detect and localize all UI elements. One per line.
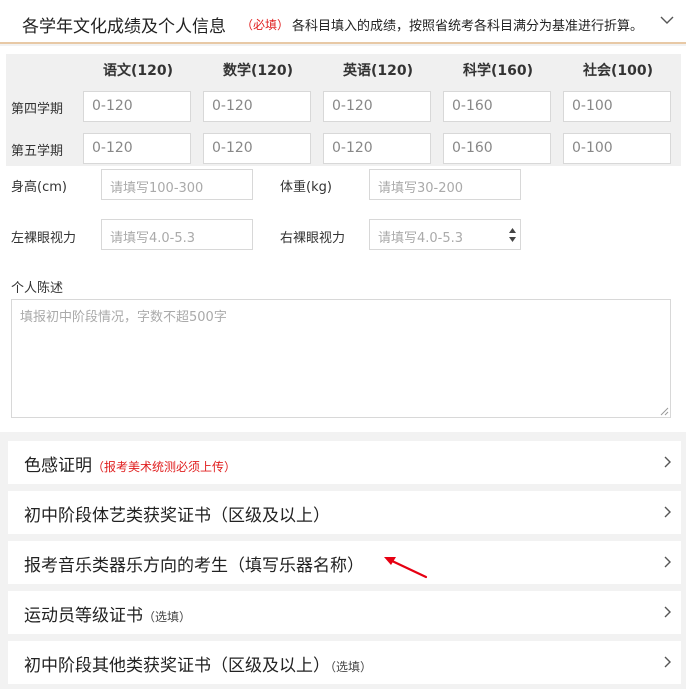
weight-label: 体重(kg) <box>280 180 332 195</box>
row-title: 运动员等级证书（选填） <box>24 601 191 626</box>
row-title-text: 色感证明 <box>24 456 92 476</box>
weight-input[interactable]: 请填写30-200 <box>369 169 521 200</box>
row-title-text: 初中阶段其他类获奖证书（区级及以上） <box>24 656 330 676</box>
term-label: 第四学期 <box>11 102 64 117</box>
row-title: 色感证明（报考美术统测必须上传） <box>24 451 236 476</box>
statement-label: 个人陈述 <box>11 281 64 296</box>
subject-header: 语文(120) <box>103 63 174 79</box>
grade-input[interactable]: 0-120 <box>203 133 311 164</box>
right-vision-input[interactable]: 请填写4.0-5.3 <box>369 219 521 250</box>
resize-grip-icon[interactable] <box>660 407 669 416</box>
section-note: 各科目填入的成绩，按照省统考各科目满分为基准进行折算。 <box>292 19 644 34</box>
row-note: （选填） <box>330 660 373 674</box>
section-header[interactable]: 各学年文化成绩及个人信息 （必填） 各科目填入的成绩，按照省统考各科目满分为基准… <box>0 0 686 44</box>
row-other-awards[interactable]: 初中阶段其他类获奖证书（区级及以上）（选填） <box>8 641 681 684</box>
red-arrow-icon <box>384 557 428 579</box>
height-label: 身高(cm) <box>11 180 67 195</box>
grade-input[interactable]: 0-120 <box>203 91 311 122</box>
right-vision-label: 右裸眼视力 <box>280 231 346 246</box>
grade-input[interactable]: 0-120 <box>83 91 191 122</box>
chevron-right-icon[interactable] <box>662 455 672 469</box>
subject-header: 英语(120) <box>343 63 414 79</box>
grade-input[interactable]: 0-100 <box>563 91 671 122</box>
grade-input[interactable]: 0-160 <box>443 133 551 164</box>
left-vision-label: 左裸眼视力 <box>11 231 77 246</box>
chevron-right-icon[interactable] <box>662 655 672 669</box>
chevron-down-icon[interactable] <box>660 13 674 27</box>
left-vision-input[interactable]: 请填写4.0-5.3 <box>101 219 253 250</box>
subject-header: 科学(160) <box>463 63 534 79</box>
row-instrument[interactable]: 报考音乐类器乐方向的考生（填写乐器名称） <box>8 541 681 584</box>
section-title: 各学年文化成绩及个人信息 <box>22 17 226 37</box>
required-tag: （必填） <box>241 18 290 32</box>
spinner-icon[interactable] <box>508 226 517 244</box>
grade-input[interactable]: 0-120 <box>323 133 431 164</box>
row-title: 报考音乐类器乐方向的考生（填写乐器名称） <box>24 556 364 576</box>
chevron-right-icon[interactable] <box>662 555 672 569</box>
row-art-sport-awards[interactable]: 初中阶段体艺类获奖证书（区级及以上） <box>8 491 681 534</box>
row-note: （选填） <box>143 610 192 624</box>
right-vision-placeholder: 请填写4.0-5.3 <box>378 231 464 246</box>
row-title: 初中阶段其他类获奖证书（区级及以上）（选填） <box>24 651 372 676</box>
term-label: 第五学期 <box>11 144 64 159</box>
row-color-vision[interactable]: 色感证明（报考美术统测必须上传） <box>8 441 681 484</box>
grade-input[interactable]: 0-100 <box>563 133 671 164</box>
row-note: （报考美术统测必须上传） <box>92 460 237 474</box>
grade-input[interactable]: 0-120 <box>323 91 431 122</box>
subject-header: 数学(120) <box>223 63 294 79</box>
statement-placeholder: 填报初中阶段情况，字数不超500字 <box>20 310 227 325</box>
row-title-text: 运动员等级证书 <box>24 606 143 626</box>
subject-header: 社会(100) <box>583 63 654 79</box>
grade-input[interactable]: 0-160 <box>443 91 551 122</box>
row-title: 初中阶段体艺类获奖证书（区级及以上） <box>24 506 330 526</box>
chevron-right-icon[interactable] <box>662 505 672 519</box>
grade-input[interactable]: 0-120 <box>83 133 191 164</box>
chevron-right-icon[interactable] <box>662 605 672 619</box>
row-athlete-cert[interactable]: 运动员等级证书（选填） <box>8 591 681 634</box>
height-input[interactable]: 请填写100-300 <box>101 169 253 200</box>
statement-textarea[interactable]: 填报初中阶段情况，字数不超500字 <box>11 299 671 418</box>
